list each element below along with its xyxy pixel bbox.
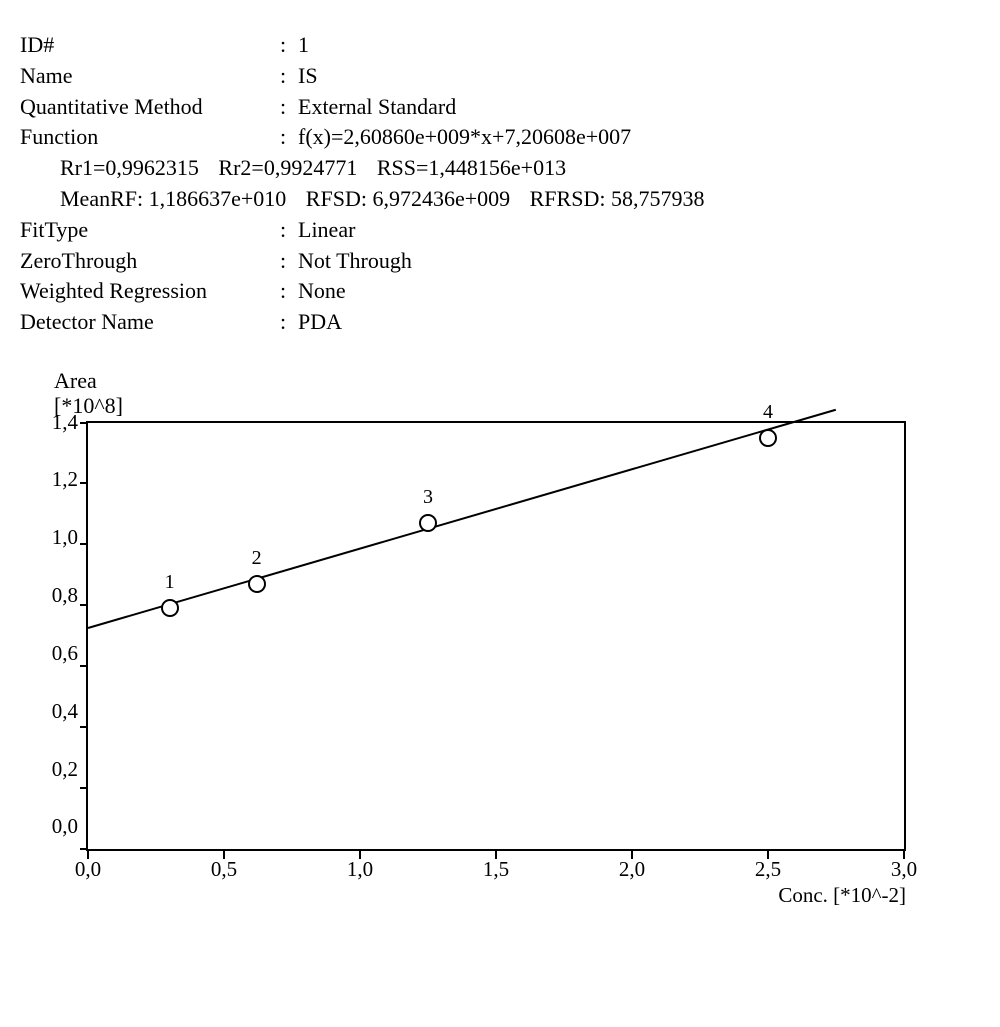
data-point-label: 2 bbox=[252, 547, 262, 570]
label-name: Name bbox=[20, 61, 280, 92]
y-tick-label: 0,6 bbox=[52, 641, 78, 666]
data-point bbox=[248, 575, 266, 593]
y-tick-mark bbox=[80, 604, 88, 606]
data-point bbox=[161, 599, 179, 617]
label-detector: Detector Name bbox=[20, 307, 280, 338]
y-axis-label-line2: [*10^8] bbox=[54, 393, 980, 418]
value-function: f(x)=2,60860e+009*x+7,20608e+007 bbox=[298, 122, 980, 153]
y-tick-label: 1,2 bbox=[52, 467, 78, 492]
data-point bbox=[419, 514, 437, 532]
data-point-label: 1 bbox=[165, 571, 175, 594]
plot-area: 1234 bbox=[86, 421, 906, 851]
row-rr-stats: Rr1=0,9962315 Rr2=0,9924771 RSS=1,448156… bbox=[20, 153, 980, 184]
y-tick-label: 0,4 bbox=[52, 699, 78, 724]
x-tick-label: 1,5 bbox=[483, 857, 509, 882]
label-qmethod: Quantitative Method bbox=[20, 92, 280, 123]
row-fittype: FitType : Linear bbox=[20, 215, 980, 246]
x-tick-label: 1,0 bbox=[347, 857, 373, 882]
y-tick-mark bbox=[80, 787, 88, 789]
y-tick-label: 1,0 bbox=[52, 525, 78, 550]
label-fittype: FitType bbox=[20, 215, 280, 246]
x-tick-label: 0,5 bbox=[211, 857, 237, 882]
calibration-info: ID# : 1 Name : IS Quantitative Method : … bbox=[20, 30, 980, 338]
data-point-label: 3 bbox=[423, 486, 433, 509]
value-fittype: Linear bbox=[298, 215, 980, 246]
value-wr: None bbox=[298, 276, 980, 307]
regression-line bbox=[88, 409, 837, 629]
y-tick-label: 0,2 bbox=[52, 757, 78, 782]
y-tick-label: 0,0 bbox=[52, 814, 78, 839]
calibration-chart: Area [*10^8] 1,4 1,2 1,0 0,8 0,6 0,4 0,2 0,0 1 2… bbox=[20, 368, 980, 908]
data-point bbox=[759, 429, 777, 447]
value-rr1: Rr1=0,9962315 bbox=[60, 155, 199, 180]
y-axis-ticks: 1,4 1,2 1,0 0,8 0,6 0,4 0,2 0,0 bbox=[20, 410, 86, 840]
value-name: IS bbox=[298, 61, 980, 92]
y-tick-mark bbox=[80, 848, 88, 850]
value-rfsd: RFSD: 6,972436e+009 bbox=[306, 186, 510, 211]
row-function: Function : f(x)=2,60860e+009*x+7,20608e+… bbox=[20, 122, 980, 153]
label-function: Function bbox=[20, 122, 280, 153]
label-wr: Weighted Regression bbox=[20, 276, 280, 307]
x-tick-label: 2,0 bbox=[619, 857, 645, 882]
data-point-label: 4 bbox=[763, 401, 773, 424]
x-tick-label: 2,5 bbox=[755, 857, 781, 882]
value-rss: RSS=1,448156e+013 bbox=[377, 155, 566, 180]
value-id: 1 bbox=[298, 30, 980, 61]
value-detector: PDA bbox=[298, 307, 980, 338]
x-tick-label: 0,0 bbox=[75, 857, 101, 882]
row-id: ID# : 1 bbox=[20, 30, 980, 61]
row-rf-stats: MeanRF: 1,186637e+010 RFSD: 6,972436e+00… bbox=[20, 184, 980, 215]
value-rfrsd: RFRSD: 58,757938 bbox=[530, 186, 705, 211]
y-axis-label-line1: Area bbox=[54, 368, 980, 393]
y-tick-mark bbox=[80, 482, 88, 484]
x-axis-ticks: 0,00,51,01,52,02,53,0 bbox=[86, 851, 906, 879]
value-qmethod: External Standard bbox=[298, 92, 980, 123]
y-axis-label: Area [*10^8] bbox=[54, 368, 980, 419]
row-name: Name : IS bbox=[20, 61, 980, 92]
row-zero: ZeroThrough : Not Through bbox=[20, 246, 980, 277]
value-meanrf: MeanRF: 1,186637e+010 bbox=[60, 186, 286, 211]
value-zero: Not Through bbox=[298, 246, 980, 277]
y-tick-mark bbox=[80, 726, 88, 728]
y-tick-mark bbox=[80, 422, 88, 424]
x-tick-label: 3,0 bbox=[891, 857, 917, 882]
y-tick-label: 0,8 bbox=[52, 583, 78, 608]
y-tick-mark bbox=[80, 543, 88, 545]
y-tick-label: 1,4 bbox=[52, 410, 78, 435]
label-id: ID# bbox=[20, 30, 280, 61]
row-wr: Weighted Regression : None bbox=[20, 276, 980, 307]
x-axis-label: Conc. [*10^-2] bbox=[86, 883, 916, 908]
value-rr2: Rr2=0,9924771 bbox=[218, 155, 357, 180]
y-tick-mark bbox=[80, 665, 88, 667]
row-qmethod: Quantitative Method : External Standard bbox=[20, 92, 980, 123]
label-zero: ZeroThrough bbox=[20, 246, 280, 277]
row-detector: Detector Name : PDA bbox=[20, 307, 980, 338]
